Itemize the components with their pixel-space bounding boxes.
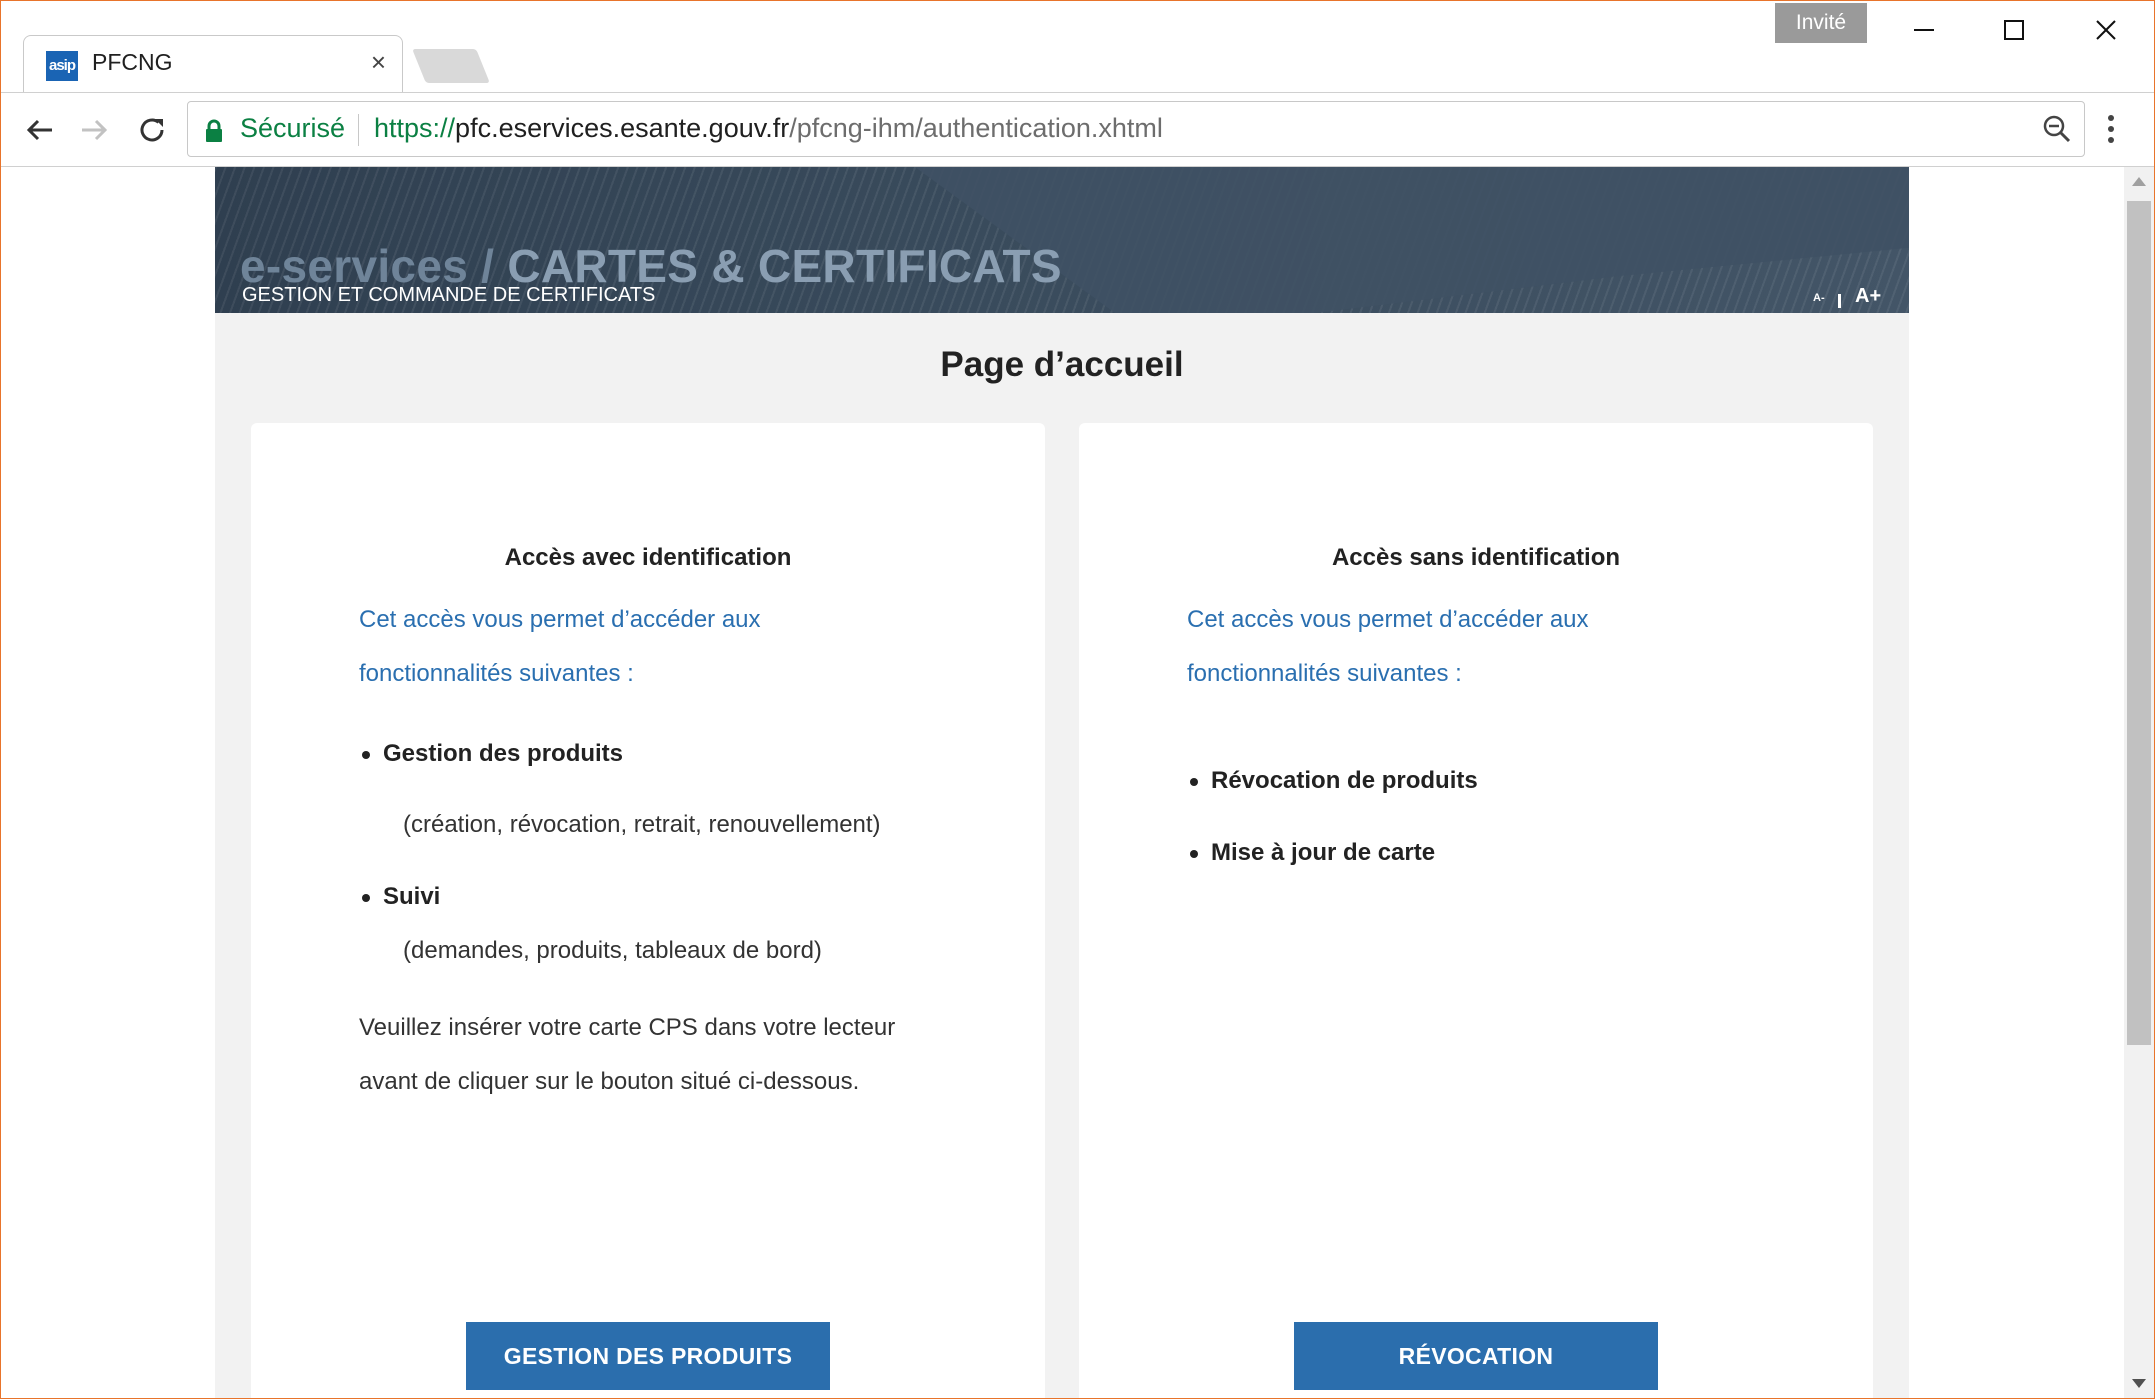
browser-window: asip PFCNG × Invité Sécurisé https://pfc… <box>0 0 2155 1399</box>
url-text[interactable]: https://pfc.eservices.esante.gouv.fr/pfc… <box>374 113 1163 144</box>
maximize-button[interactable] <box>1969 1 2059 59</box>
close-icon <box>2096 20 2116 40</box>
reload-button[interactable] <box>129 107 175 153</box>
card-access-without-identification: Accès sans identification Cet accès vous… <box>1079 423 1873 1398</box>
list-item-detail: (demandes, produits, tableaux de bord) <box>403 937 822 964</box>
card-title: Accès sans identification <box>1331 544 1621 571</box>
menu-dots-icon[interactable] <box>2105 113 2117 145</box>
browser-tab[interactable]: asip PFCNG × <box>23 35 403 93</box>
browser-toolbar: Sécurisé https://pfc.eservices.esante.go… <box>1 92 2154 167</box>
page-viewport: e-services / CARTES & CERTIFICATS GESTIO… <box>1 167 2124 1398</box>
page-title: Page d’accueil <box>940 345 1184 384</box>
url-host: pfc.eservices.esante.gouv.fr <box>455 113 790 143</box>
list-item: Gestion des produits <box>361 740 624 767</box>
address-bar[interactable]: Sécurisé https://pfc.eservices.esante.go… <box>187 101 2085 157</box>
card-intro: Cet accès vous permet d’accéder aux fonc… <box>1187 593 1747 701</box>
forward-arrow-icon <box>82 119 108 141</box>
secure-label: Sécurisé <box>240 113 346 143</box>
maximize-icon <box>2004 20 2024 40</box>
reload-icon <box>140 118 164 142</box>
page-content: e-services / CARTES & CERTIFICATS GESTIO… <box>215 167 1909 1398</box>
banner-subtitle: GESTION ET COMMANDE DE CERTIFICATS <box>242 284 656 306</box>
font-size-separator <box>1838 294 1841 308</box>
tab-close-icon[interactable]: × <box>371 49 386 75</box>
card-intro-line: Cet accès vous permet d’accéder aux <box>359 606 761 633</box>
guest-profile-badge[interactable]: Invité <box>1775 3 1867 43</box>
card-title: Accès avec identification <box>504 544 792 571</box>
scrollbar-thumb[interactable] <box>2127 201 2151 1045</box>
site-banner: e-services / CARTES & CERTIFICATS GESTIO… <box>215 167 1909 313</box>
card-intro-line: fonctionnalités suivantes : <box>359 660 634 687</box>
card-intro: Cet accès vous permet d’accéder aux fonc… <box>359 593 919 701</box>
banner-decoration <box>915 167 1909 313</box>
zoom-icon[interactable] <box>2042 114 2072 144</box>
list-item: Mise à jour de carte <box>1189 839 1436 866</box>
back-button[interactable] <box>17 107 63 153</box>
omnibox-separator <box>358 114 359 146</box>
gestion-des-produits-button[interactable]: GESTION DES PRODUITS <box>466 1322 830 1390</box>
card-intro-line: fonctionnalités suivantes : <box>1187 660 1462 687</box>
instruction-line: Veuillez insérer votre carte CPS dans vo… <box>359 1014 896 1041</box>
scroll-down-arrow-icon[interactable] <box>2132 1379 2146 1388</box>
back-arrow-icon <box>26 119 52 141</box>
revocation-button[interactable]: RÉVOCATION <box>1294 1322 1658 1390</box>
scroll-up-arrow-icon[interactable] <box>2132 177 2146 186</box>
forward-button[interactable] <box>71 107 117 153</box>
instruction-line: avant de cliquer sur le bouton situé ci-… <box>359 1068 860 1095</box>
url-protocol: https:// <box>374 113 456 143</box>
cps-card-instruction: Veuillez insérer votre carte CPS dans vo… <box>359 1001 959 1109</box>
new-tab-button[interactable] <box>412 49 490 83</box>
list-item: Suivi <box>361 883 441 910</box>
lock-icon <box>206 119 222 142</box>
list-item: Révocation de produits <box>1190 767 1478 794</box>
minimize-button[interactable] <box>1879 1 1969 59</box>
card-access-with-identification: Accès avec identification Cet accès vous… <box>251 423 1045 1398</box>
font-decrease-button[interactable]: A- <box>1813 292 1825 304</box>
tab-strip: asip PFCNG × Invité <box>1 1 2154 93</box>
list-item-detail: (création, révocation, retrait, renouvel… <box>403 811 881 838</box>
url-path: /pfcng-ihm/authentication.xhtml <box>789 113 1163 143</box>
card-intro-line: Cet accès vous permet d’accéder aux <box>1187 606 1589 633</box>
vertical-scrollbar[interactable] <box>2124 167 2154 1398</box>
font-increase-button[interactable]: A+ <box>1855 285 1881 308</box>
minimize-icon <box>1914 29 1934 31</box>
asip-favicon-icon: asip <box>46 51 78 81</box>
close-window-button[interactable] <box>2061 1 2151 59</box>
tab-title: PFCNG <box>92 49 173 75</box>
